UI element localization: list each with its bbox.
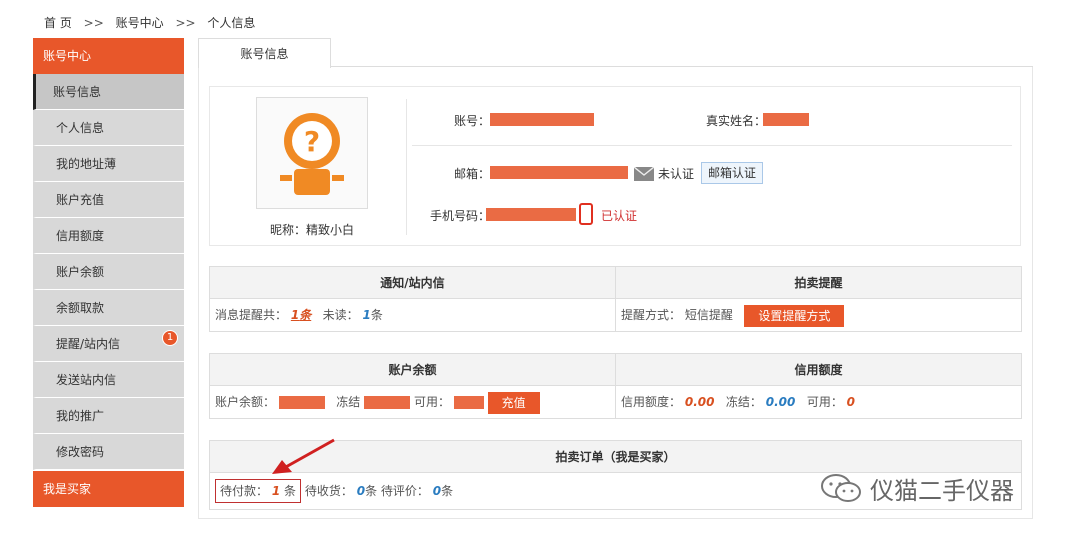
notices-unread-unit: 条 — [370, 308, 383, 322]
pending-pay-unit: 条 — [284, 484, 297, 498]
nickname-value: 精致小白 — [306, 223, 355, 237]
sidebar-item-address-book[interactable]: 我的地址薄 — [33, 146, 184, 182]
sidebar-item-personal-info[interactable]: 个人信息 — [33, 110, 184, 146]
envelope-icon — [634, 167, 654, 181]
pending-pay-count: 1 — [271, 484, 281, 498]
reminder-method-label: 提醒方式： — [621, 308, 682, 322]
phone-status: 已认证 — [601, 209, 638, 223]
sidebar-item-credit[interactable]: 信用额度 — [33, 218, 184, 254]
recharge-button[interactable]: 充值 — [487, 391, 540, 414]
balance-header: 账户余额 — [210, 354, 615, 386]
watermark-text: 仪猫二手仪器 — [870, 476, 1014, 505]
sidebar-item-label: 提醒/站内信 — [56, 337, 121, 351]
avatar[interactable]: ? — [256, 97, 368, 209]
profile-card: ? 昵称：精致小白 账号： 真实姓名： 邮箱： 未认证 邮箱认证 手机号码： 已… — [209, 86, 1021, 246]
nickname-label: 昵称： — [269, 223, 306, 237]
annotation-arrow-icon — [272, 438, 335, 474]
realname-value-redacted — [763, 113, 809, 126]
phone-icon — [579, 203, 593, 225]
breadcrumb: 首 页 >> 账号中心 >> 个人信息 — [44, 14, 263, 31]
notification-badge: 1 — [162, 330, 178, 346]
sidebar-item-withdraw[interactable]: 余额取款 — [33, 290, 184, 326]
breadcrumb-separator: >> — [175, 16, 196, 30]
balance-body: 账户余额： 冻结 可用： 充值 — [210, 386, 615, 418]
notices-unread-count: 1 — [362, 308, 371, 322]
notices-unread-label: 未读： — [322, 308, 359, 322]
balance-value-redacted — [278, 396, 325, 409]
sidebar-item-promotion[interactable]: 我的推广 — [33, 398, 184, 434]
reminder-method-value: 短信提醒 — [684, 308, 733, 322]
vertical-divider — [406, 99, 407, 235]
account-value-redacted — [490, 113, 594, 126]
balance-available-redacted — [453, 396, 484, 409]
email-value-redacted — [490, 166, 628, 179]
sidebar-item-recharge[interactable]: 账户充值 — [33, 182, 184, 218]
credit-header: 信用额度 — [616, 354, 1021, 386]
tab-account-info[interactable]: 账号信息 — [198, 38, 331, 68]
email-label: 邮箱： — [454, 167, 491, 181]
sidebar-header[interactable]: 账号中心 — [33, 38, 184, 74]
pending-review-count[interactable]: 0 — [433, 484, 441, 498]
set-reminder-button[interactable]: 设置提醒方式 — [744, 304, 845, 327]
phone-value-redacted — [486, 208, 576, 221]
sidebar-item-account-info[interactable]: 账号信息 — [33, 74, 184, 110]
sidebar-item-send-message[interactable]: 发送站内信 — [33, 362, 184, 398]
avatar-placeholder-icon: ? — [280, 113, 344, 195]
breadcrumb-account-center[interactable]: 账号中心 — [116, 16, 164, 30]
balance-frozen-redacted — [364, 396, 411, 409]
sidebar-item-reminders[interactable]: 提醒/站内信 1 — [33, 326, 184, 362]
balance-frozen-label: 冻结 — [336, 395, 361, 409]
breadcrumb-home[interactable]: 首 页 — [44, 16, 72, 30]
notices-total-count[interactable]: 1条 — [291, 308, 311, 322]
sidebar: 账号中心 账号信息 个人信息 我的地址薄 账户充值 信用额度 账户余额 余额取款… — [33, 38, 184, 507]
watermark: 仪猫二手仪器 — [820, 470, 1014, 506]
svg-text:?: ? — [304, 125, 320, 158]
credit-label: 信用额度： — [621, 395, 682, 409]
pending-payment[interactable]: 待付款： 1 条 — [215, 479, 302, 503]
breadcrumb-personal-info: 个人信息 — [207, 16, 256, 30]
balance-label: 账户余额： — [215, 395, 276, 409]
breadcrumb-separator: >> — [83, 16, 104, 30]
email-status: 未认证 — [658, 167, 695, 181]
sidebar-item-change-password[interactable]: 修改密码 — [33, 434, 184, 470]
credit-available-value: 0 — [846, 395, 856, 409]
phone-label: 手机号码： — [430, 209, 491, 223]
balance-table: 账户余额 账户余额： 冻结 可用： 充值 信用额度 信用额度： 0.00 冻结：… — [209, 353, 1022, 419]
pending-receive-unit: 条 — [365, 484, 378, 498]
credit-value: 0.00 — [684, 395, 715, 409]
account-label: 账号： — [454, 114, 491, 128]
email-verify-button[interactable]: 邮箱认证 — [701, 162, 764, 184]
notices-table: 通知/站内信 消息提醒共： 1条 未读： 1条 拍卖提醒 提醒方式： 短信提醒 … — [209, 266, 1022, 332]
pending-pay-label: 待付款： — [220, 484, 269, 498]
auction-reminder-body: 提醒方式： 短信提醒 设置提醒方式 — [616, 299, 1021, 331]
credit-body: 信用额度： 0.00 冻结： 0.00 可用： 0 — [616, 386, 1021, 418]
credit-available-label: 可用： — [806, 395, 843, 409]
notices-total-label: 消息提醒共： — [215, 308, 288, 322]
credit-frozen-value: 0.00 — [765, 395, 796, 409]
sidebar-footer-buyer[interactable]: 我是买家 — [33, 471, 184, 507]
wechat-icon — [821, 474, 861, 502]
pending-review-label: 待评价： — [380, 484, 429, 498]
horizontal-divider — [412, 145, 1012, 146]
credit-frozen-label: 冻结： — [725, 395, 762, 409]
realname-label: 真实姓名： — [706, 114, 767, 128]
pending-review-unit: 条 — [441, 484, 454, 498]
sidebar-item-balance[interactable]: 账户余额 — [33, 254, 184, 290]
pending-receive-label: 待收货： — [304, 484, 353, 498]
nickname: 昵称：精致小白 — [256, 221, 368, 238]
pending-receive-count[interactable]: 0 — [357, 484, 365, 498]
notices-body: 消息提醒共： 1条 未读： 1条 — [210, 299, 615, 331]
balance-available-label: 可用： — [413, 395, 450, 409]
notices-header: 通知/站内信 — [210, 267, 615, 299]
auction-reminder-header: 拍卖提醒 — [616, 267, 1021, 299]
